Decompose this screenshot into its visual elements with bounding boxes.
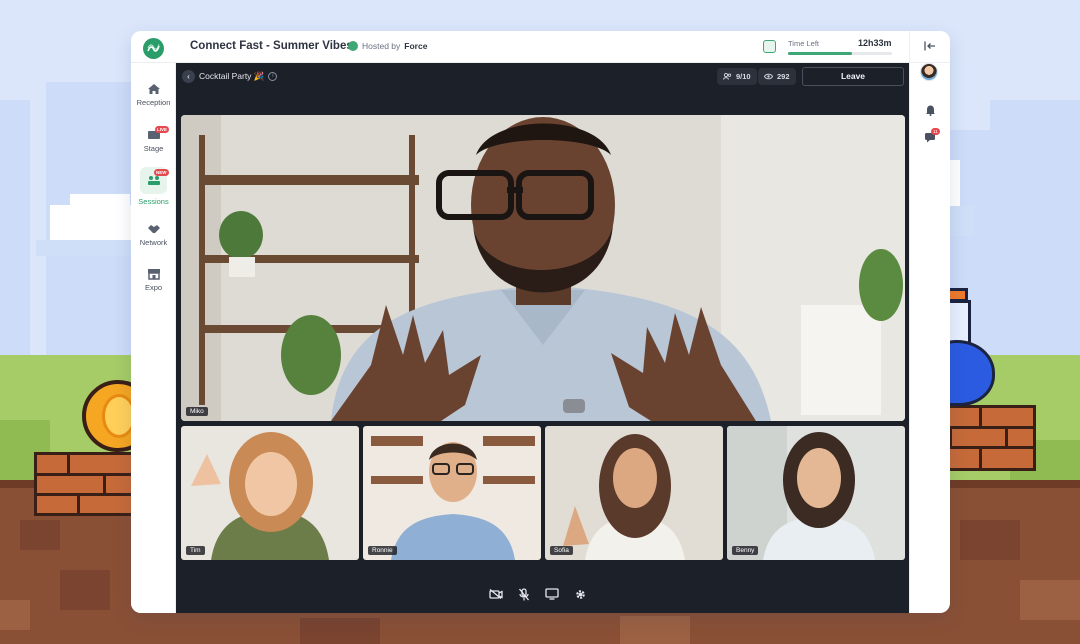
hosted-by-label: Hosted by xyxy=(362,41,401,51)
sidebar-item-label: Sessions xyxy=(138,197,169,206)
leave-button[interactable]: Leave xyxy=(802,67,904,86)
calendar-icon xyxy=(763,40,776,53)
sidebar-item-label: Reception xyxy=(136,98,171,107)
participant-name-tag: Benny xyxy=(732,546,759,555)
dirt-block xyxy=(0,600,30,630)
mic-off-button[interactable] xyxy=(514,584,534,604)
participant-name-tag: Miko xyxy=(186,407,208,416)
sidebar: Reception LIVE Stage NEW Sessions Networ… xyxy=(131,63,176,613)
participant-name-tag: Sofia xyxy=(550,546,573,555)
host-logo-icon xyxy=(348,41,358,51)
event-title: Connect Fast - Summer Vibes xyxy=(190,40,353,52)
camera-off-button[interactable] xyxy=(486,584,506,604)
room-name: Cocktail Party 🎉 xyxy=(199,71,265,81)
mic-off-icon xyxy=(519,587,529,600)
call-controls xyxy=(486,584,590,604)
home-icon xyxy=(147,84,160,94)
sidebar-item-label: Stage xyxy=(143,144,164,153)
pixel-cloud xyxy=(70,194,130,208)
pixel-cloud xyxy=(36,240,136,256)
main-video[interactable]: Miko xyxy=(181,115,905,421)
live-badge: LIVE xyxy=(155,126,170,133)
dirt-block xyxy=(960,520,1020,560)
collapse-icon xyxy=(924,41,935,51)
new-badge: NEW xyxy=(154,169,169,176)
time-left-progress-fill xyxy=(788,52,853,55)
sidebar-item-sessions[interactable]: NEW Sessions xyxy=(131,167,176,206)
info-icon[interactable]: i xyxy=(268,72,278,81)
back-button[interactable]: ‹ xyxy=(182,70,195,83)
dirt-block xyxy=(620,616,690,644)
top-bar: Connect Fast - Summer Vibes Hosted by Fo… xyxy=(131,31,950,63)
store-icon xyxy=(147,269,160,280)
bell-icon xyxy=(925,105,935,116)
participants-count[interactable]: 9/10 xyxy=(717,68,757,85)
dirt-block xyxy=(1020,580,1080,620)
settings-button[interactable] xyxy=(570,584,590,604)
monitor-icon xyxy=(545,588,559,600)
video-stage: ‹ Cocktail Party 🎉 i 9/10 292 Leave Miko… xyxy=(176,63,909,613)
participant-video xyxy=(363,426,541,560)
sidebar-item-expo[interactable]: Expo xyxy=(131,268,176,292)
participant-video xyxy=(727,426,905,560)
participant-tile[interactable]: Tim xyxy=(181,426,359,560)
app-window: Connect Fast - Summer Vibes Hosted by Fo… xyxy=(131,31,950,613)
sidebar-item-label: Network xyxy=(139,238,168,247)
participant-video xyxy=(545,426,723,560)
screen-share-button[interactable] xyxy=(542,584,562,604)
eye-icon xyxy=(764,73,773,80)
participant-name-tag: Tim xyxy=(186,546,205,555)
right-rail-divider xyxy=(909,31,910,613)
collapse-panel-button[interactable] xyxy=(917,41,943,51)
host-info: Hosted by Force xyxy=(348,41,427,51)
room-header: ‹ Cocktail Party 🎉 i 9/10 292 Leave xyxy=(176,63,909,91)
time-left-progress xyxy=(788,52,892,55)
host-name[interactable]: Force xyxy=(404,41,427,51)
sidebar-item-stage[interactable]: LIVE Stage xyxy=(131,126,176,153)
participant-tile[interactable]: Sofia xyxy=(545,426,723,560)
room-title: Cocktail Party 🎉 i xyxy=(199,71,278,82)
building-silhouette xyxy=(0,100,30,355)
time-left-value: 12h33m xyxy=(858,38,892,48)
participant-tile[interactable]: Ronnie xyxy=(363,426,541,560)
handshake-icon xyxy=(147,225,160,233)
participants-value: 9/10 xyxy=(736,72,751,81)
building-silhouette xyxy=(990,100,1080,355)
gear-icon xyxy=(575,589,585,599)
user-avatar[interactable] xyxy=(920,63,938,81)
participant-tile[interactable]: Benny xyxy=(727,426,905,560)
app-logo-icon[interactable] xyxy=(143,38,164,59)
people-icon xyxy=(723,73,732,80)
participant-name-tag: Ronnie xyxy=(368,546,397,555)
viewers-value: 292 xyxy=(777,72,790,81)
sidebar-item-label: Expo xyxy=(144,283,163,292)
sidebar-item-network[interactable]: Network xyxy=(131,223,176,247)
participant-video xyxy=(181,426,359,560)
chat-unread-badge: 11 xyxy=(931,128,940,135)
brick-block xyxy=(34,452,134,516)
main-video-frame xyxy=(181,115,905,421)
time-left-label: Time Left xyxy=(788,39,819,48)
sidebar-item-reception[interactable]: Reception xyxy=(131,83,176,107)
viewers-count[interactable]: 292 xyxy=(758,68,796,85)
notifications-button[interactable] xyxy=(917,104,943,116)
dirt-block xyxy=(20,520,60,550)
dirt-block xyxy=(300,618,380,644)
camera-off-icon xyxy=(489,589,503,599)
dirt-block xyxy=(60,570,110,610)
